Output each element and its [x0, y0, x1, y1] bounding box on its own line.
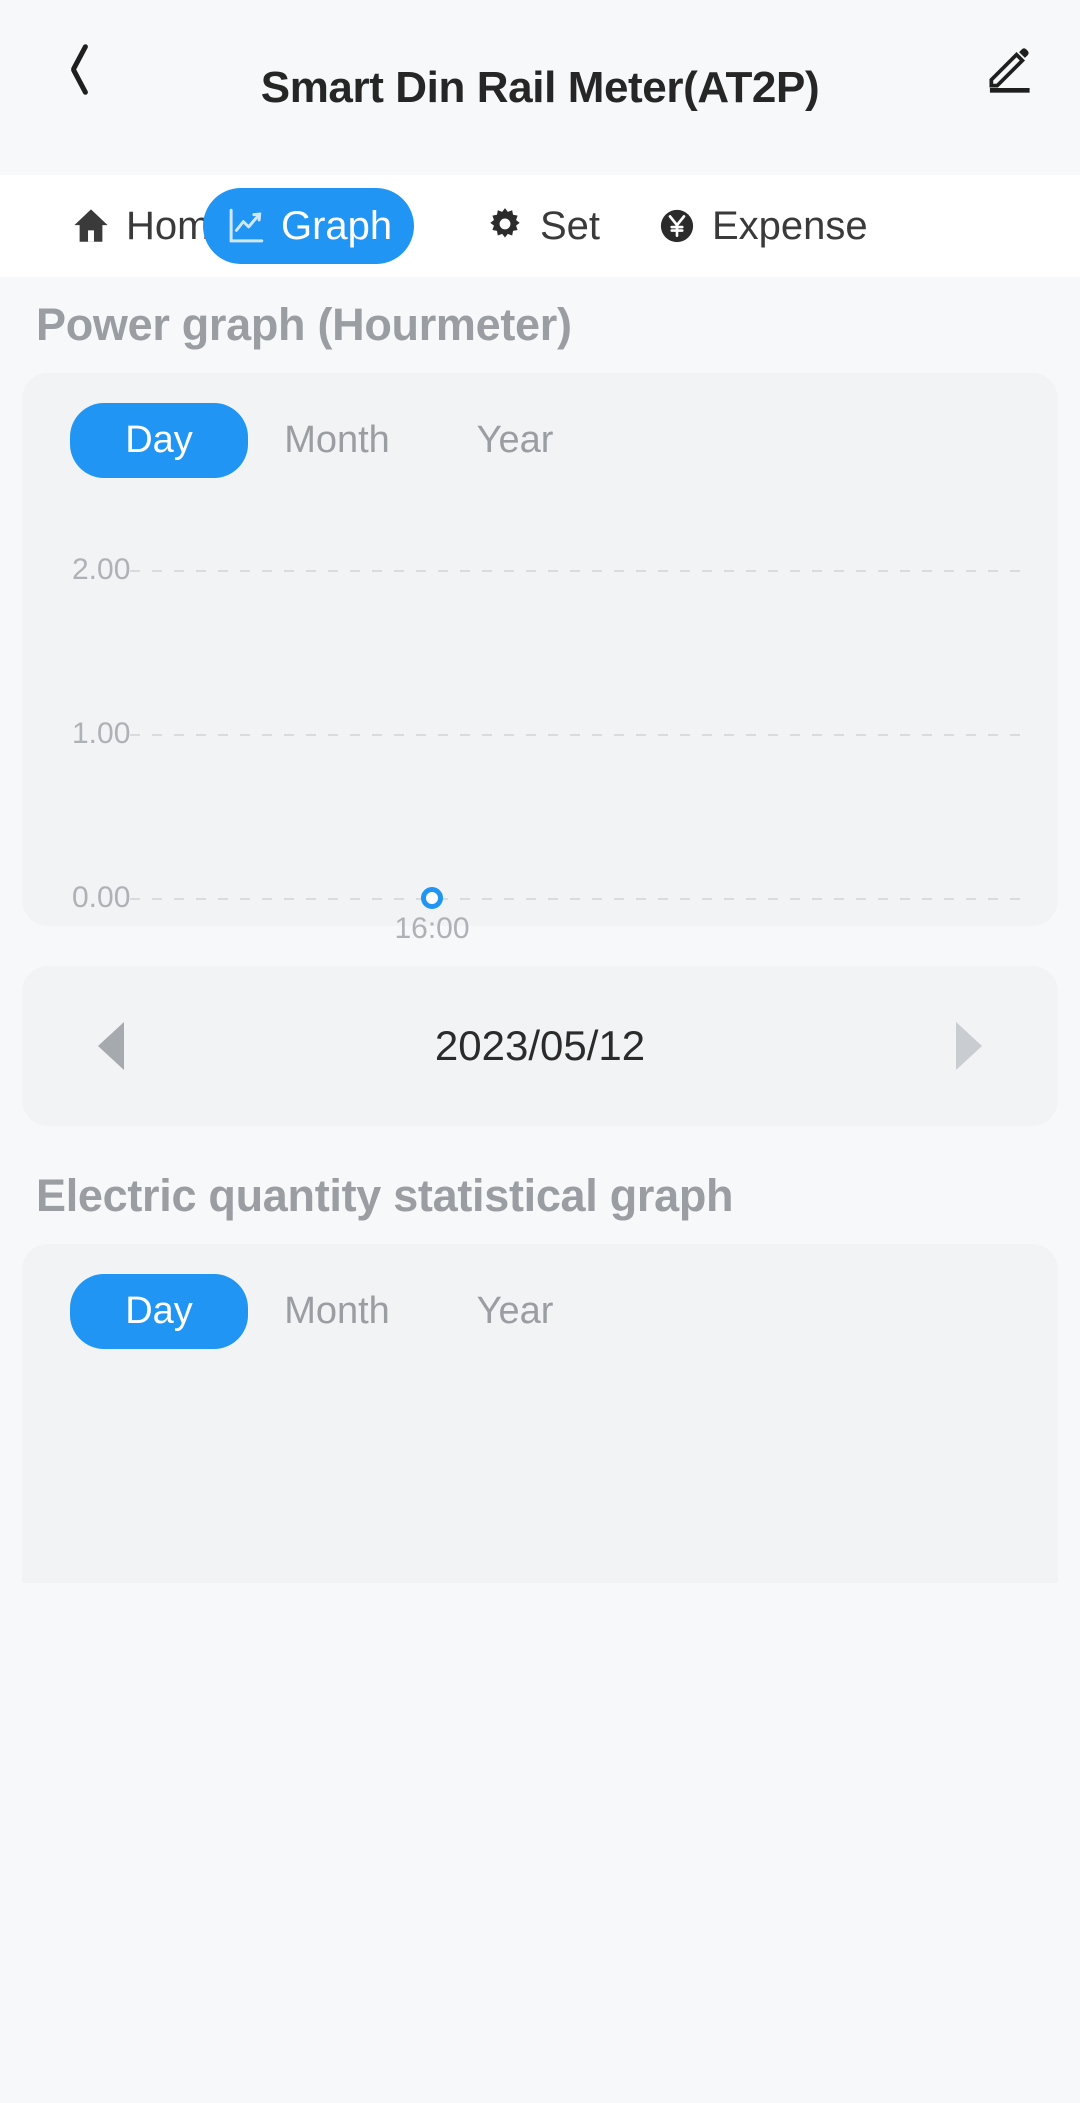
power-line-chart: 2.00 1.00 0.00 16:00	[22, 506, 1058, 945]
app-screen: Smart Din Rail Meter(AT2P) Home Graph Se…	[0, 0, 1080, 2103]
tab-expense[interactable]: Expense	[634, 188, 890, 264]
electric-quantity-title: Electric quantity statistical graph	[36, 1170, 734, 1221]
bottom-action-bar	[0, 1583, 1080, 2103]
y-tick-label-1: 1.00	[72, 717, 131, 750]
tab-expense-label: Expense	[712, 203, 868, 248]
triangle-right-icon[interactable]	[956, 1022, 982, 1070]
selected-date[interactable]: 2023/05/12	[435, 1022, 645, 1070]
power-graph-range-selector: Day Month Year	[22, 373, 1058, 478]
gridline-row-0: 0.00 16:00	[22, 881, 1058, 945]
power-graph-card: Day Month Year 2.00 1.00 0.00 16:00	[22, 373, 1058, 945]
date-navigator: 2023/05/12	[22, 966, 1058, 1126]
triangle-left-icon[interactable]	[98, 1022, 124, 1070]
app-header: Smart Din Rail Meter(AT2P)	[0, 0, 1080, 175]
scroll-content[interactable]: Power graph (Hourmeter) Day Month Year 2…	[0, 277, 1080, 1583]
tab-set[interactable]: Set	[462, 188, 622, 264]
tab-bar: Home Graph Set Expense	[0, 175, 1080, 277]
gridline-row-2: 2.00	[22, 553, 1058, 586]
y-tick-label-2: 2.00	[72, 553, 131, 586]
y-tick-label-0: 0.00	[72, 881, 131, 914]
yen-circle-icon	[660, 209, 694, 243]
electric-quantity-card: Day Month Year	[22, 1244, 1058, 1583]
page-title: Smart Din Rail Meter(AT2P)	[260, 62, 820, 112]
x-tick-label-0: 16:00	[394, 912, 470, 945]
gridline-0	[130, 898, 1030, 900]
tab-graph-label: Graph	[281, 203, 393, 248]
range-year-button[interactable]: Year	[426, 403, 604, 478]
tab-graph[interactable]: Graph	[203, 188, 415, 264]
back-button[interactable]	[18, 14, 123, 119]
eq-range-year-button[interactable]: Year	[426, 1274, 604, 1349]
gridline-1	[130, 734, 1030, 736]
tab-set-label: Set	[540, 203, 601, 248]
chart-data-point[interactable]	[421, 887, 443, 909]
chevron-left-icon	[56, 41, 86, 93]
pencil-edit-icon	[988, 47, 1030, 93]
home-icon	[74, 209, 108, 242]
electric-quantity-chart-placeholder	[22, 1349, 1058, 1583]
edit-button[interactable]	[957, 14, 1062, 119]
range-month-button[interactable]: Month	[248, 403, 426, 478]
eq-range-month-button[interactable]: Month	[248, 1274, 426, 1349]
gear-icon	[490, 208, 520, 238]
eq-range-day-button[interactable]: Day	[70, 1274, 248, 1349]
gridline-2	[130, 570, 1030, 572]
power-graph-title: Power graph (Hourmeter)	[36, 299, 572, 350]
line-chart-icon	[229, 208, 264, 243]
electric-quantity-range-selector: Day Month Year	[22, 1244, 1058, 1349]
gridline-row-1: 1.00	[22, 717, 1058, 750]
range-day-button[interactable]: Day	[70, 403, 248, 478]
